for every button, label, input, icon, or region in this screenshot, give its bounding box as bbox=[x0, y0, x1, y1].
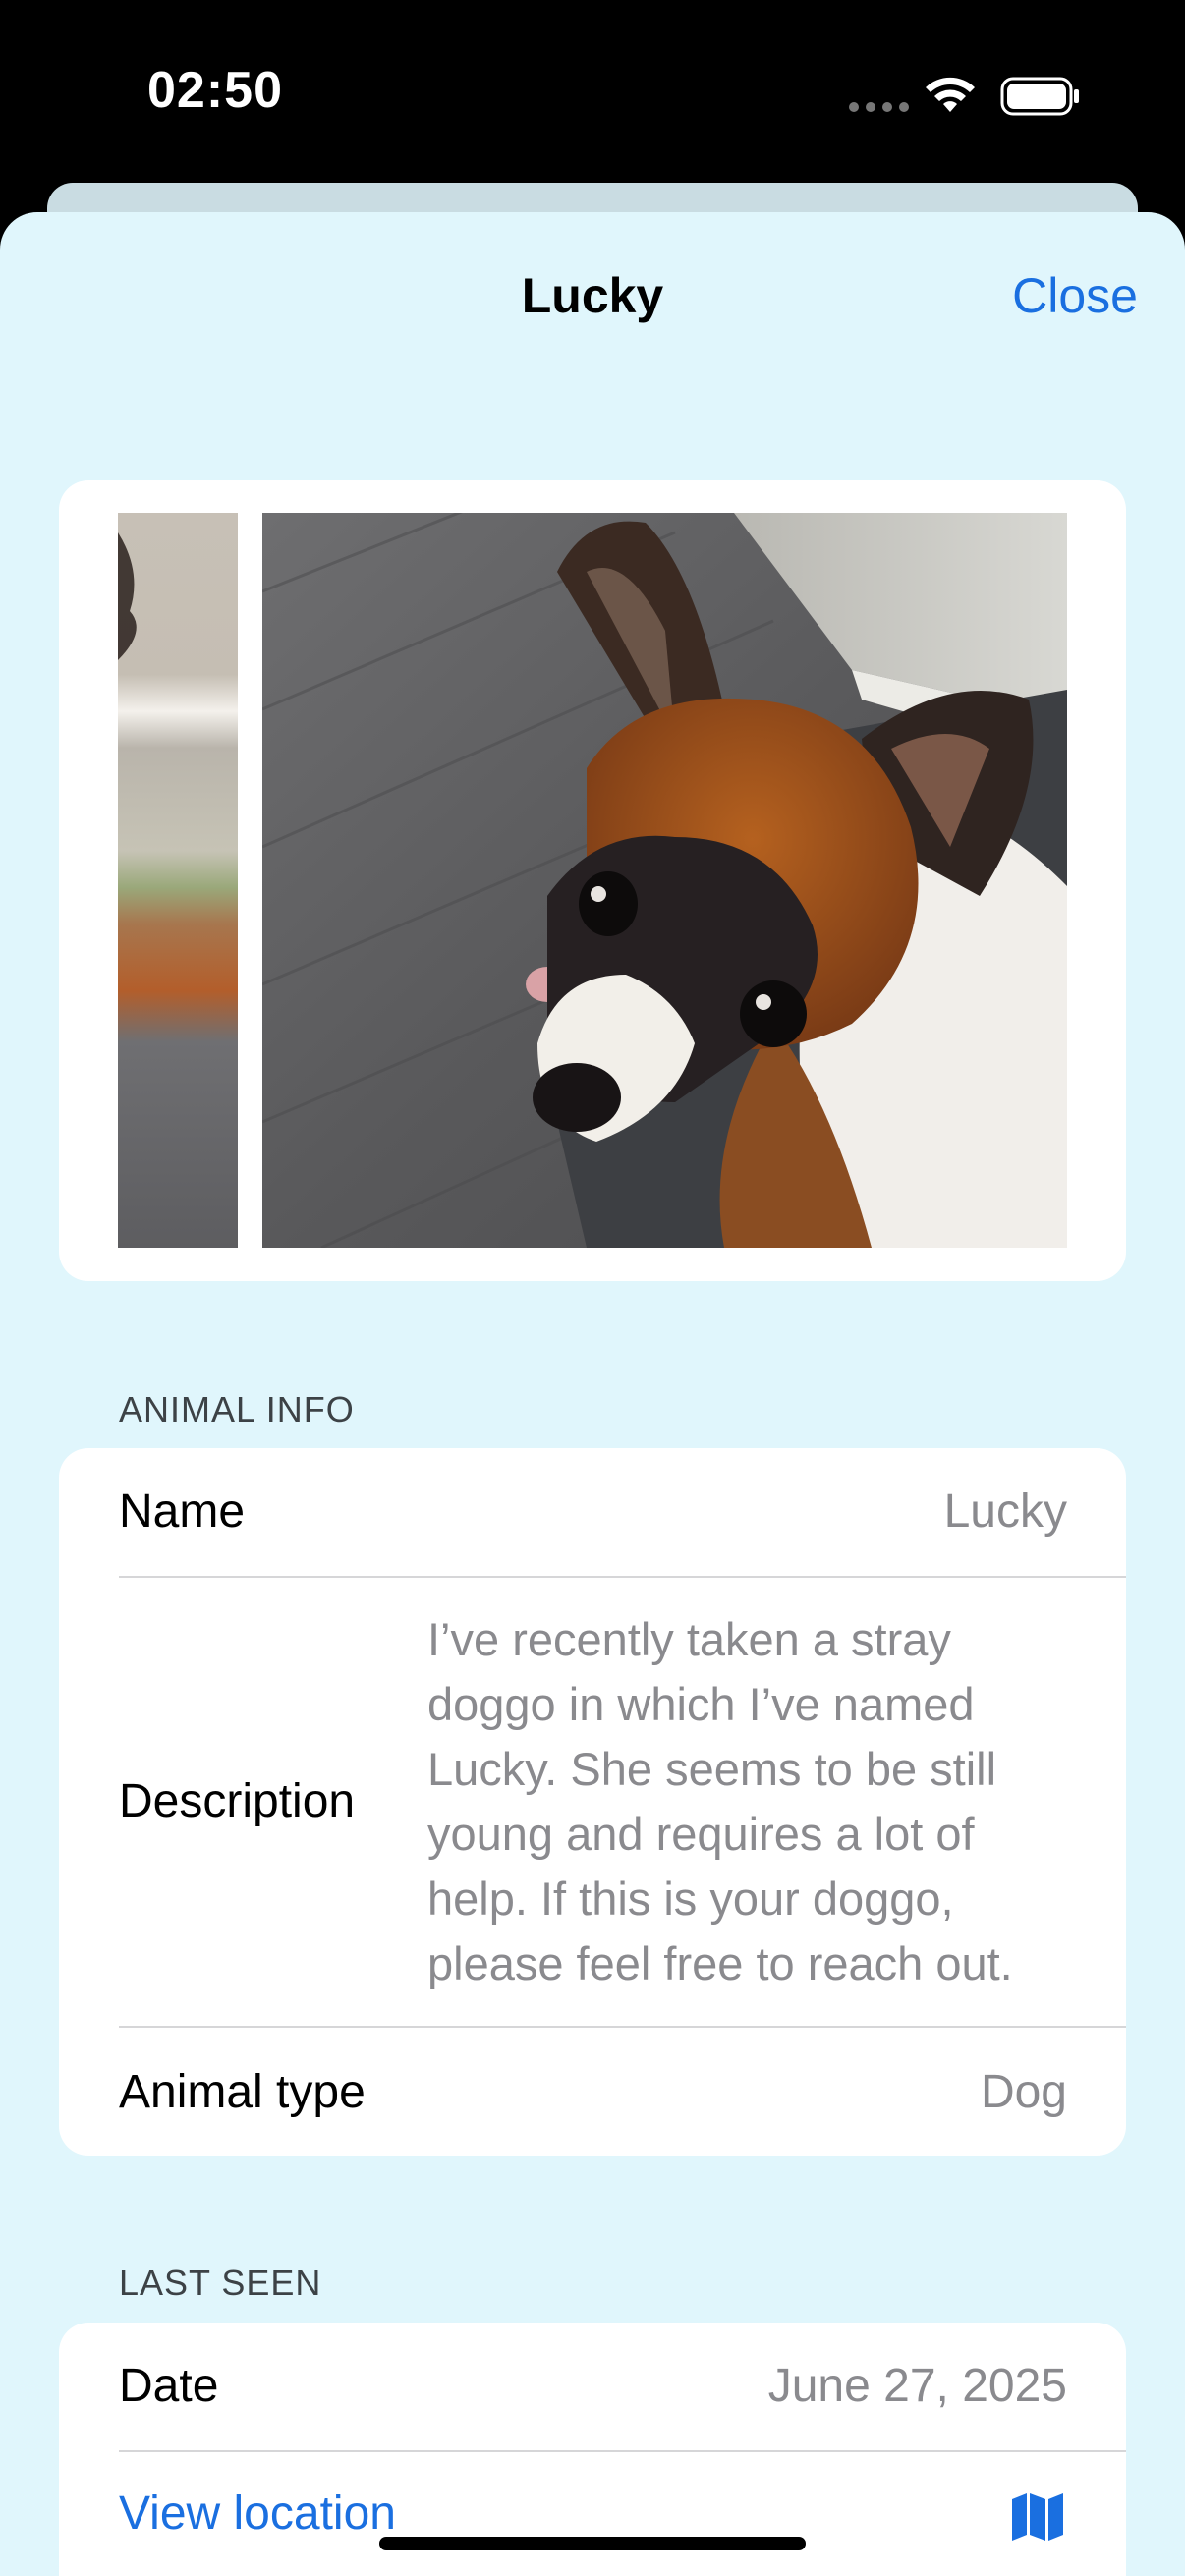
dog-photo[interactable] bbox=[262, 513, 1067, 1248]
name-row: Name Lucky bbox=[59, 1448, 1126, 1576]
app-screen: 02:50 Lucky Close ANIMAL INFO Name Lucky… bbox=[0, 0, 1185, 2576]
signal-dots-icon bbox=[849, 102, 909, 112]
description-label: Description bbox=[119, 1775, 356, 1827]
animal-type-row: Animal type Dog bbox=[59, 2028, 1126, 2156]
home-indicator[interactable] bbox=[379, 2537, 806, 2550]
photo-thumbnail-previous[interactable] bbox=[118, 513, 238, 1248]
battery-icon bbox=[1000, 77, 1079, 116]
animal-info-card: Name Lucky Description I’ve recently tak… bbox=[59, 1448, 1126, 2156]
map-icon[interactable] bbox=[1010, 2492, 1065, 2543]
date-row: Date June 27, 2025 bbox=[59, 2323, 1126, 2450]
view-location-row[interactable]: View location bbox=[59, 2452, 1126, 2576]
detail-sheet: Lucky Close ANIMAL INFO Name Lucky Descr… bbox=[0, 212, 1185, 2576]
status-time: 02:50 bbox=[147, 62, 283, 119]
animal-info-header: ANIMAL INFO bbox=[119, 1389, 355, 1429]
last-seen-header: LAST SEEN bbox=[119, 2263, 322, 2303]
animal-type-label: Animal type bbox=[119, 2066, 366, 2118]
description-row: Description I’ve recently taken a stray … bbox=[59, 1578, 1126, 2026]
name-value: Lucky bbox=[943, 1485, 1067, 1538]
wifi-icon bbox=[926, 77, 975, 112]
animal-type-value: Dog bbox=[980, 2066, 1067, 2118]
description-value: I’ve recently taken a stray doggo in whi… bbox=[427, 1613, 1013, 1989]
date-value: June 27, 2025 bbox=[767, 2360, 1067, 2412]
previous-photo-image bbox=[118, 513, 238, 1248]
close-button[interactable]: Close bbox=[1012, 267, 1138, 324]
photo-carousel[interactable] bbox=[59, 480, 1126, 1281]
name-label: Name bbox=[119, 1485, 246, 1538]
dog-photo-image bbox=[262, 513, 1067, 1248]
page-title: Lucky bbox=[521, 268, 664, 323]
view-location-link[interactable]: View location bbox=[119, 2487, 396, 2541]
date-label: Date bbox=[119, 2360, 219, 2412]
